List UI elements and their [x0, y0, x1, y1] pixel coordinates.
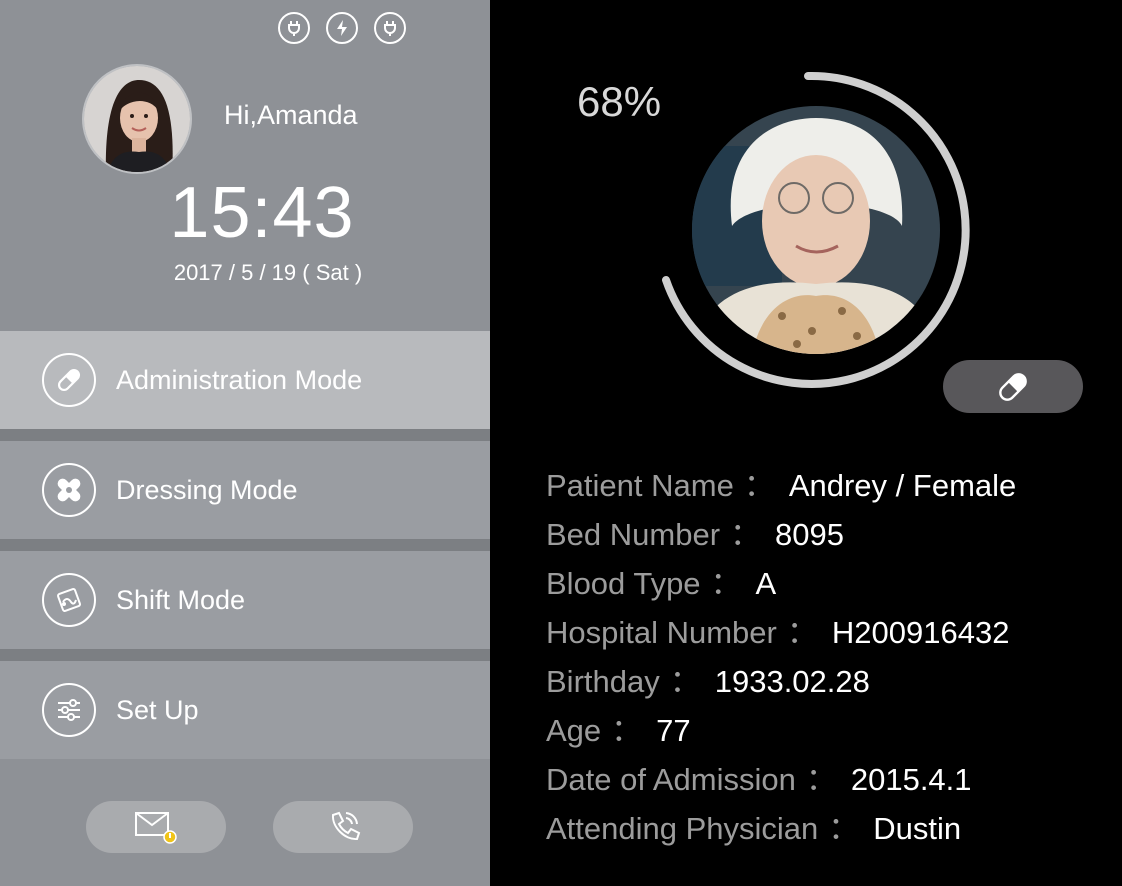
pill-icon: [42, 353, 96, 407]
info-value: 77: [656, 713, 691, 748]
menu-item-setup[interactable]: Set Up: [0, 661, 490, 759]
status-icons: [278, 12, 406, 44]
bed-number-row: Bed Number： 8095: [546, 517, 844, 552]
info-value: H200916432: [831, 615, 1010, 650]
info-key: Patient Name: [546, 468, 734, 503]
divider: [0, 649, 490, 661]
info-key: Blood Type: [546, 566, 701, 601]
plug-icon: [374, 12, 406, 44]
divider: [0, 429, 490, 441]
avatar[interactable]: [82, 64, 192, 174]
mail-button[interactable]: [86, 801, 226, 853]
menu-item-dressing[interactable]: Dressing Mode: [0, 441, 490, 539]
menu-item-label: Shift Mode: [116, 584, 246, 615]
patient-info: Patient Name： Andrey / Female Bed Number：…: [546, 460, 1016, 852]
menu-item-label: Dressing Mode: [116, 474, 298, 505]
patient-name-row: Patient Name： Andrey / Female: [546, 468, 1017, 503]
blood-type-row: Blood Type： A: [546, 566, 777, 601]
pill-icon: [999, 372, 1027, 401]
hospital-number-row: Hospital Number： H200916432: [546, 615, 1010, 650]
greeting: Hi,Amanda: [224, 100, 358, 130]
age-row: Age： 77: [546, 713, 691, 748]
progress-percent: 68%: [577, 78, 662, 125]
info-value: 2015.4.1: [850, 762, 972, 797]
administer-medication-button[interactable]: [943, 360, 1083, 413]
info-value: Andrey / Female: [788, 468, 1017, 503]
sliders-icon: [42, 683, 96, 737]
mail-icon: [135, 812, 177, 844]
info-value: 1933.02.28: [714, 664, 870, 699]
info-key: Birthday: [546, 664, 660, 699]
info-key: Date of Admission: [546, 762, 796, 797]
info-value: 8095: [775, 517, 844, 552]
plug-icon: [278, 12, 310, 44]
divider: [0, 539, 490, 551]
info-value: Dustin: [873, 811, 962, 846]
info-key: Attending Physician: [546, 811, 819, 846]
clock-date: 2017 / 5 / 19 ( Sat ): [173, 260, 363, 285]
menu-item-label: Administration Mode: [116, 364, 363, 395]
power-icon: [326, 12, 358, 44]
call-button[interactable]: [273, 801, 413, 853]
sidebar: Hi,Amanda 15:43 2017 / 5 / 19 ( Sat ) Ad…: [0, 0, 490, 886]
clock-time: 15:43: [169, 173, 355, 253]
info-key: Hospital Number: [546, 615, 777, 650]
menu-item-label: Set Up: [116, 694, 199, 725]
bandage-icon: [42, 463, 96, 517]
info-key: Bed Number: [546, 517, 721, 552]
patient-photo: [692, 106, 940, 354]
admission-date-row: Date of Admission： 2015.4.1: [546, 762, 972, 797]
menu-item-administration[interactable]: Administration Mode: [0, 331, 490, 429]
shift-icon: [42, 573, 96, 627]
menu-item-shift[interactable]: Shift Mode: [0, 551, 490, 649]
physician-row: Attending Physician： Dustin: [546, 811, 962, 846]
birthday-row: Birthday： 1933.02.28: [546, 664, 870, 699]
info-key: Age: [546, 713, 602, 748]
info-value: A: [755, 566, 777, 601]
phone-icon: [331, 811, 361, 841]
